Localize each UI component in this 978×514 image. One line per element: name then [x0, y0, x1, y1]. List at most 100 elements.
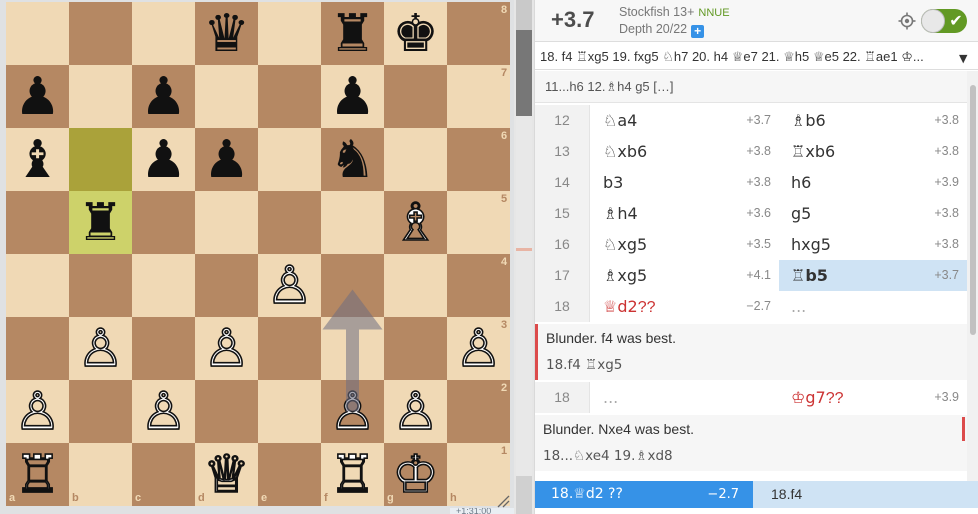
comment-variation[interactable]: 18...♘xe4 19.♗xd8 — [543, 448, 673, 464]
white-queen-d1[interactable]: ♕ — [195, 443, 258, 506]
white-move[interactable]: ♘xb6 +3.8 — [591, 136, 779, 167]
square-a4[interactable] — [6, 254, 69, 317]
scrollbar-thumb[interactable] — [970, 85, 976, 335]
black-move[interactable]: h6 +3.9 — [779, 167, 967, 198]
chevron-down-icon[interactable]: ▼ — [959, 52, 967, 65]
white-move[interactable]: ... — [591, 382, 779, 413]
engine-score: +3.7 — [551, 7, 595, 32]
white-move[interactable]: ♕d2?? −2.7 — [591, 291, 779, 322]
black-pawn-f7[interactable]: ♟ — [321, 65, 384, 128]
black-move[interactable]: ♖xb6 +3.8 — [779, 136, 967, 167]
black-rook-b5[interactable]: ♜ — [69, 191, 132, 254]
square-d5[interactable] — [195, 191, 258, 254]
alternative-move-button[interactable]: 18.f4 — [753, 481, 978, 508]
engine-eval-header: +3.7 Stockfish 13+ NNUE Depth 20/22 + ✔ — [535, 0, 978, 42]
black-king-g8[interactable]: ♚ — [384, 2, 447, 65]
white-pawn-d3[interactable]: ♙ — [195, 317, 258, 380]
white-king-g1[interactable]: ♔ — [384, 443, 447, 506]
square-e1[interactable] — [258, 443, 321, 506]
black-move[interactable]: ... — [779, 291, 967, 322]
move-number: 17 — [535, 260, 590, 291]
square-b6[interactable] — [69, 128, 132, 191]
square-f3[interactable] — [321, 317, 384, 380]
black-bishop-a6[interactable]: ♝ — [6, 128, 69, 191]
black-move-san: ♖b5 — [791, 266, 828, 285]
square-e3[interactable] — [258, 317, 321, 380]
black-move[interactable]: ♔g7?? +3.9 — [779, 382, 967, 413]
black-pawn-c6[interactable]: ♟ — [132, 128, 195, 191]
square-g6[interactable] — [384, 128, 447, 191]
square-e5[interactable] — [258, 191, 321, 254]
engine-name-text: Stockfish 13+ — [619, 5, 695, 19]
square-f4[interactable] — [321, 254, 384, 317]
white-move-san: ♗xg5 — [603, 266, 648, 285]
white-bishop-g5[interactable]: ♗ — [384, 191, 447, 254]
black-pawn-c7[interactable]: ♟ — [132, 65, 195, 128]
square-a8[interactable] — [6, 2, 69, 65]
square-g3[interactable] — [384, 317, 447, 380]
black-move[interactable]: ♖b5 +3.7 — [779, 260, 967, 291]
square-e7[interactable] — [258, 65, 321, 128]
square-c8[interactable] — [132, 2, 195, 65]
white-pawn-h3[interactable]: ♙ — [447, 317, 510, 380]
square-c1[interactable] — [132, 443, 195, 506]
white-move[interactable]: ♗xg5 +4.1 — [591, 260, 779, 291]
move-annotation: ?? — [825, 390, 844, 407]
square-c5[interactable] — [132, 191, 195, 254]
black-pawn-a7[interactable]: ♟ — [6, 65, 69, 128]
comment-variation[interactable]: 18.f4 ♖xg5 — [546, 357, 622, 373]
square-e2[interactable] — [258, 380, 321, 443]
move-number: 13 — [535, 136, 590, 167]
square-c3[interactable] — [132, 317, 195, 380]
white-pawn-c2[interactable]: ♙ — [132, 380, 195, 443]
check-icon: ✔ — [949, 11, 963, 30]
square-e8[interactable] — [258, 2, 321, 65]
black-move[interactable]: hxg5 +3.8 — [779, 229, 967, 260]
variation-line[interactable]: 11...h6 12.♗h4 g5 […] — [535, 71, 967, 103]
chess-board[interactable]: 8 7 6 5 4 3 2 1 a b c d e f g h ♛ ♜ ♚ ♟ ♟ ♟ ♝ ♟ ♟ ♞ ♜ ♗ ♙ ♙ ♙ ♙ ♙ ♙ ♙ ♙ ♖ ♕ ♖ ♔ — [6, 2, 510, 506]
white-move[interactable]: b3 +3.8 — [591, 167, 779, 198]
black-rook-f8[interactable]: ♜ — [321, 2, 384, 65]
white-rook-f1[interactable]: ♖ — [321, 443, 384, 506]
square-b4[interactable] — [69, 254, 132, 317]
white-move-eval: +3.6 — [746, 206, 771, 220]
white-move[interactable]: ♘a4 +3.7 — [591, 105, 779, 136]
square-a5[interactable] — [6, 191, 69, 254]
square-d2[interactable] — [195, 380, 258, 443]
engine-toggle[interactable]: ✔ — [921, 9, 967, 33]
white-pawn-f2[interactable]: ♙ — [321, 380, 384, 443]
black-knight-f6[interactable]: ♞ — [321, 128, 384, 191]
square-f5[interactable] — [321, 191, 384, 254]
principal-variation-line[interactable]: 18. f4 ♖xg5 19. fxg5 ♘h7 20. h4 ♕e7 21. … — [535, 43, 978, 70]
square-g7[interactable] — [384, 65, 447, 128]
black-pawn-d6[interactable]: ♟ — [195, 128, 258, 191]
rank-label: 4 — [501, 256, 508, 268]
square-d7[interactable] — [195, 65, 258, 128]
crosshair-icon[interactable] — [898, 12, 916, 30]
engine-toggle-knob — [921, 9, 945, 33]
square-a3[interactable] — [6, 317, 69, 380]
white-pawn-e4[interactable]: ♙ — [258, 254, 321, 317]
board-resize-grip-icon[interactable] — [496, 494, 510, 508]
move-comment: Blunder. f4 was best. 18.f4 ♖xg5 — [535, 324, 967, 380]
white-pawn-a2[interactable]: ♙ — [6, 380, 69, 443]
square-e6[interactable] — [258, 128, 321, 191]
move-list-scrollbar[interactable] — [967, 71, 978, 481]
square-b8[interactable] — [69, 2, 132, 65]
square-c4[interactable] — [132, 254, 195, 317]
square-b7[interactable] — [69, 65, 132, 128]
white-pawn-b3[interactable]: ♙ — [69, 317, 132, 380]
engine-depth: Depth 20/22 + — [619, 22, 705, 38]
square-d4[interactable] — [195, 254, 258, 317]
white-pawn-g2[interactable]: ♙ — [384, 380, 447, 443]
square-g4[interactable] — [384, 254, 447, 317]
black-move[interactable]: ♗b6 +3.8 — [779, 105, 967, 136]
white-move[interactable]: ♗h4 +3.6 — [591, 198, 779, 229]
black-queen-d8[interactable]: ♛ — [195, 2, 258, 65]
depth-increase-button[interactable]: + — [691, 25, 705, 38]
white-move[interactable]: ♘xg5 +3.5 — [591, 229, 779, 260]
black-move[interactable]: g5 +3.8 — [779, 198, 967, 229]
square-b2[interactable] — [69, 380, 132, 443]
current-move-button[interactable]: 18.♕d2 ?? −2.7 — [535, 481, 753, 508]
white-rook-a1[interactable]: ♖ — [6, 443, 69, 506]
